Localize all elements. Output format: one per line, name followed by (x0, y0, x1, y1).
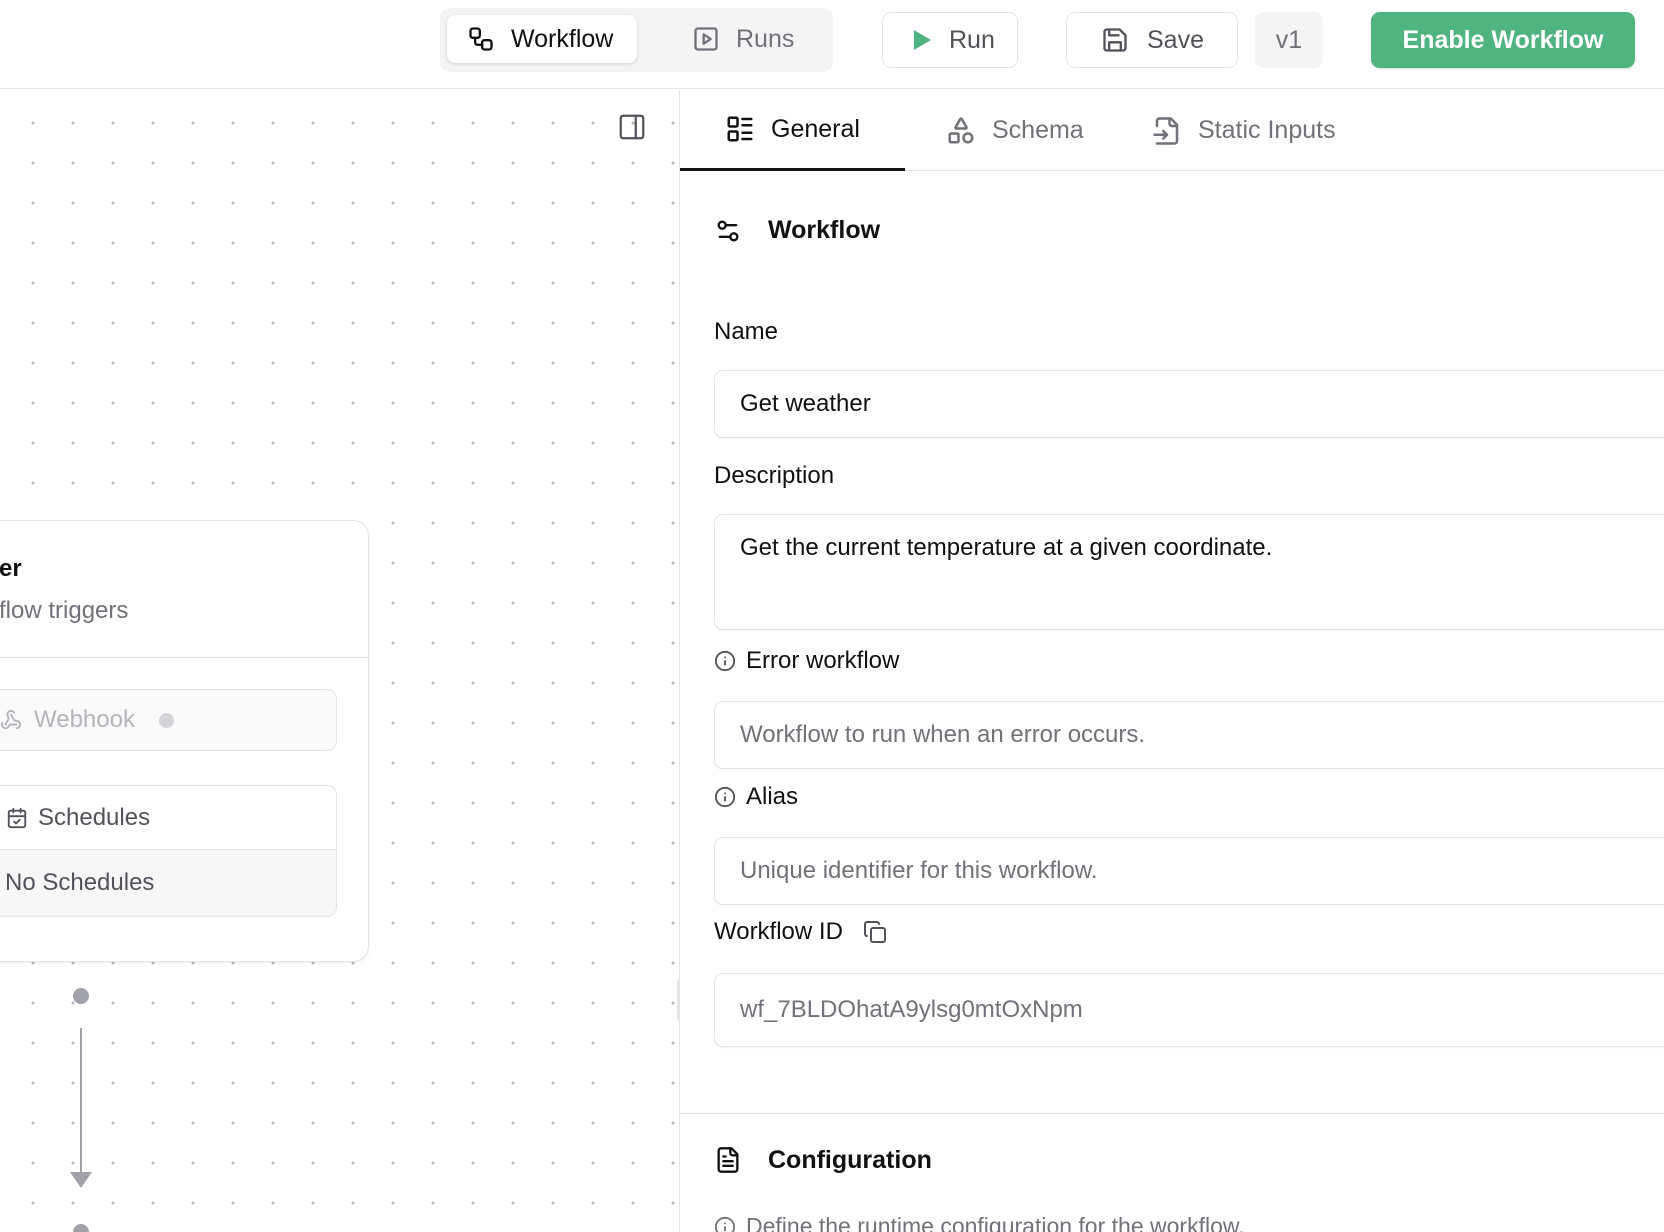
panel-tabs: General Schema Static Inputs (680, 90, 1664, 171)
copy-icon[interactable] (863, 920, 887, 944)
save-label: Save (1147, 25, 1204, 54)
version-badge[interactable]: v1 (1255, 12, 1323, 68)
shapes-icon (948, 116, 974, 143)
play-icon (914, 30, 931, 50)
tab-schema-label: Schema (992, 116, 1084, 144)
trigger-node-title: er (0, 555, 22, 582)
name-label: Name (714, 318, 779, 345)
description-textarea[interactable]: Get the current temperature at a given c… (714, 514, 1664, 630)
trigger-node-subtitle: flow triggers (0, 597, 129, 624)
node-divider (0, 657, 368, 658)
workflow-section-header: Workflow (714, 216, 880, 245)
run-button[interactable]: Run (882, 12, 1018, 68)
calendar-check-icon (7, 807, 27, 828)
webhook-icon (0, 709, 22, 730)
error-workflow-input[interactable]: Workflow to run when an error occurs. (714, 701, 1664, 769)
file-text-icon (717, 1147, 739, 1173)
alias-label: Alias (746, 783, 799, 810)
description-label: Description (714, 462, 835, 489)
tab-static-inputs[interactable]: Static Inputs (1152, 90, 1336, 171)
schedules-empty: No Schedules (0, 850, 336, 916)
workflow-view-label: Workflow (511, 24, 614, 53)
info-icon[interactable] (714, 786, 736, 808)
configuration-helper-row: Define the runtime configuration for the… (714, 1213, 1245, 1232)
view-switcher: Workflow Runs (440, 8, 833, 72)
configuration-section-title: Configuration (768, 1145, 932, 1174)
workflow-section-title: Workflow (768, 216, 881, 244)
runs-view-tab[interactable]: Runs (672, 15, 822, 63)
save-button[interactable]: Save (1066, 12, 1238, 68)
configuration-section-header: Configuration (714, 1144, 932, 1176)
list-layout-icon (727, 116, 753, 142)
play-square-icon (694, 27, 718, 51)
webhook-toggle[interactable]: Webhook (0, 689, 337, 751)
info-icon[interactable] (714, 650, 736, 672)
workflow-id-field[interactable]: wf_7BLDOhatA9ylsg0mtOxNpm (714, 973, 1664, 1047)
properties-panel: General Schema Static Inputs Workflow Na… (680, 90, 1664, 1232)
runs-view-label: Runs (736, 24, 795, 53)
workflow-icon (469, 27, 493, 51)
configuration-helper-text: Define the runtime configuration for the… (746, 1213, 1245, 1232)
tab-schema[interactable]: Schema (946, 90, 1084, 171)
trigger-node[interactable]: er flow triggers Webhook Schedules No Sc… (0, 520, 369, 962)
tab-static-inputs-label: Static Inputs (1198, 116, 1336, 144)
edge-line (80, 1028, 82, 1174)
tab-general-label: General (771, 114, 860, 143)
alias-label-row: Alias (714, 783, 798, 811)
node-output-handle[interactable] (73, 988, 89, 1004)
enable-workflow-button[interactable]: Enable Workflow (1371, 12, 1635, 68)
webhook-label: Webhook (34, 706, 135, 733)
info-icon[interactable] (714, 1216, 736, 1232)
error-workflow-label-row: Error workflow (714, 647, 899, 675)
panel-toggle-icon[interactable] (617, 112, 647, 142)
schedules-header: Schedules (0, 786, 336, 850)
workflow-view-tab[interactable]: Workflow (447, 15, 637, 63)
file-input-icon (1153, 116, 1179, 145)
workflow-id-label: Workflow ID (714, 918, 843, 945)
webhook-status-dot (158, 712, 174, 728)
section-divider (680, 1113, 1664, 1114)
workflow-id-label-row: Workflow ID (714, 918, 897, 946)
edge-arrow-icon (70, 1172, 92, 1188)
workflow-canvas[interactable]: er flow triggers Webhook Schedules No Sc… (0, 90, 679, 1232)
error-workflow-label: Error workflow (746, 647, 900, 674)
schedules-box[interactable]: Schedules No Schedules (0, 785, 337, 917)
alias-input[interactable]: Unique identifier for this workflow. (714, 837, 1664, 905)
settings-sliders-icon (717, 220, 739, 241)
next-node-input-handle[interactable] (73, 1224, 89, 1232)
name-input[interactable]: Get weather (714, 370, 1664, 438)
top-bar: Workflow Runs Run Save v1 Enable Workflo… (0, 0, 1664, 89)
tab-general[interactable]: General (680, 90, 905, 171)
schedules-label: Schedules (38, 803, 151, 831)
run-label: Run (949, 25, 995, 54)
save-icon (1103, 28, 1127, 52)
